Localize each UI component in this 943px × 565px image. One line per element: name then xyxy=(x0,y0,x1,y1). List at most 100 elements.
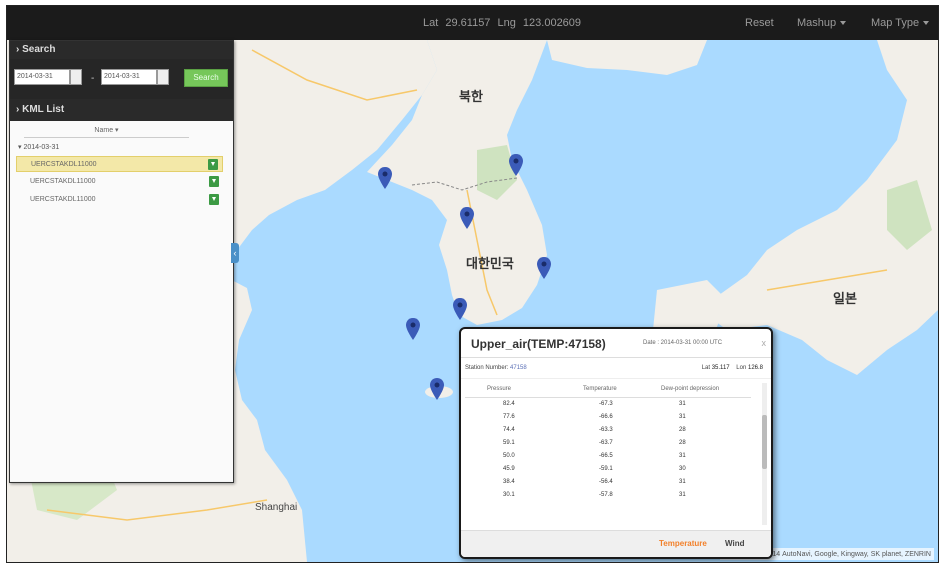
table-cell: 45.9 xyxy=(503,466,515,472)
chevron-down-icon xyxy=(840,21,847,26)
map-label-south-korea: 대한민국 xyxy=(466,256,514,271)
table-cell: -63.7 xyxy=(599,440,613,446)
popup-tabs: Temperature Wind xyxy=(461,530,771,557)
table-cell: -57.8 xyxy=(599,492,613,498)
app-frame: Lat 29.61157 Lng 123.002609 Reset Mashup… xyxy=(6,5,939,563)
table-row: 50.0 -66.5 31 xyxy=(465,450,751,463)
popup-date: Date : 2014-03-31 00:00 UTC xyxy=(643,340,723,346)
station-pin[interactable] xyxy=(537,257,551,279)
station-pin[interactable] xyxy=(406,318,420,340)
station-pin[interactable] xyxy=(430,378,444,400)
map-label-north-korea: 북한 xyxy=(459,89,483,104)
table-row: 45.9 -59.1 30 xyxy=(465,463,751,476)
table-row: 59.1 -63.7 28 xyxy=(465,437,751,450)
end-date-input[interactable]: 2014-03-31 xyxy=(101,69,157,85)
table-cell: -63.3 xyxy=(599,427,613,433)
top-navbar: Lat 29.61157 Lng 123.002609 Reset Mashup… xyxy=(7,6,938,40)
map-label-shanghai: Shanghai xyxy=(255,502,298,513)
lng-label: Lng xyxy=(497,17,516,29)
reset-button[interactable]: Reset xyxy=(745,17,774,29)
popup-title: Upper_air(TEMP:47158) xyxy=(471,337,606,351)
table-cell: 31 xyxy=(679,414,686,420)
table-row: 82.4 -67.3 31 xyxy=(465,398,751,411)
coordinate-readout: Lat 29.61157 Lng 123.002609 xyxy=(423,17,585,29)
tree-folder-label: 2014-03-31 xyxy=(23,144,60,151)
station-number: Station Number: 47158 xyxy=(465,365,527,371)
table-cell: -59.1 xyxy=(599,466,613,472)
table-cell: 28 xyxy=(679,427,686,433)
column-header: Pressure xyxy=(487,386,512,392)
lat-label: Lat xyxy=(701,365,711,371)
tab-wind[interactable]: Wind xyxy=(725,539,744,548)
tree-header-label: Name xyxy=(94,127,114,134)
table-cell: 31 xyxy=(679,401,686,407)
table-scrollbar[interactable] xyxy=(762,383,767,525)
close-icon[interactable]: x xyxy=(762,338,767,348)
lat-label: Lat xyxy=(423,17,439,29)
map-type-dropdown[interactable]: Map Type xyxy=(871,17,930,29)
station-latlng: Lat 35.117 Lon 126.8 xyxy=(702,365,763,371)
table-row: 74.4 -63.3 28 xyxy=(465,424,751,437)
kml-item-label: UERCSTAKDL11000 xyxy=(30,178,96,185)
table-cell: 31 xyxy=(679,453,686,459)
table-cell: 77.6 xyxy=(503,414,515,420)
table-cell: 82.4 xyxy=(503,401,515,407)
search-button[interactable]: Search xyxy=(184,69,228,87)
lon-label: Lon xyxy=(736,365,747,371)
table-cell: 30.1 xyxy=(503,492,515,498)
download-icon[interactable] xyxy=(209,194,219,205)
table-cell: 31 xyxy=(679,479,686,485)
mashup-label: Mashup xyxy=(797,17,837,29)
kml-list-title: › KML List xyxy=(10,99,233,121)
table-cell: -66.5 xyxy=(599,453,613,459)
tree-column-header[interactable]: Name ▾ xyxy=(24,125,189,138)
kml-list-item[interactable]: UERCSTAKDL11000 xyxy=(16,156,223,172)
lon-value: 126.8 xyxy=(747,365,763,371)
table-cell: 74.4 xyxy=(503,427,515,433)
column-header: Temperature xyxy=(583,386,617,392)
start-date-input[interactable]: 2014-03-31 xyxy=(14,69,70,85)
kml-item-label: UERCSTAKDL11000 xyxy=(30,196,96,203)
station-pin[interactable] xyxy=(460,207,474,229)
station-pin[interactable] xyxy=(453,298,467,320)
date-range-dash: - xyxy=(91,73,95,84)
chevron-down-icon xyxy=(923,21,930,26)
table-cell: 50.0 xyxy=(503,453,515,459)
collapse-panel-button[interactable]: ‹ xyxy=(231,243,239,263)
side-panel: › Search 2014-03-31 - 2014-03-31 Search … xyxy=(9,40,234,483)
lng-value: 123.002609 xyxy=(522,17,582,29)
station-info-popup: Upper_air(TEMP:47158) Date : 2014-03-31 … xyxy=(459,327,773,559)
mashup-dropdown[interactable]: Mashup xyxy=(797,17,847,29)
station-pin[interactable] xyxy=(378,167,392,189)
map-type-label: Map Type xyxy=(871,17,920,29)
download-icon[interactable] xyxy=(209,176,219,187)
popup-header: Upper_air(TEMP:47158) Date : 2014-03-31 … xyxy=(461,329,771,358)
kml-list-item[interactable]: UERCSTAKDL11000 xyxy=(16,174,223,190)
table-row: 77.6 -66.6 31 xyxy=(465,411,751,424)
russia-land xyxy=(547,40,707,75)
table-cell: -66.6 xyxy=(599,414,613,420)
map-label-japan: 일본 xyxy=(833,291,857,306)
calendar-icon[interactable] xyxy=(157,69,169,85)
sounding-table: Pressure Temperature Dew-point depressio… xyxy=(465,383,751,525)
calendar-icon[interactable] xyxy=(70,69,82,85)
download-icon[interactable] xyxy=(208,159,218,170)
lat-value: 29.61157 xyxy=(445,17,491,29)
tree-folder[interactable]: ▾ 2014-03-31 xyxy=(18,143,59,151)
table-cell: -67.3 xyxy=(599,401,613,407)
search-row: 2014-03-31 - 2014-03-31 Search xyxy=(10,59,233,99)
table-cell: 59.1 xyxy=(503,440,515,446)
table-row: 38.4 -56.4 31 xyxy=(465,476,751,489)
table-cell: 28 xyxy=(679,440,686,446)
kml-item-label: UERCSTAKDL11000 xyxy=(31,161,97,168)
station-pin[interactable] xyxy=(509,154,523,176)
kml-tree: Name ▾ ▾ 2014-03-31 UERCSTAKDL11000 UERC… xyxy=(10,121,233,481)
tab-temperature[interactable]: Temperature xyxy=(659,539,707,548)
kml-list-item[interactable]: UERCSTAKDL11000 xyxy=(16,192,223,208)
station-meta: Station Number: 47158 Lat 35.117 Lon 126… xyxy=(461,358,771,379)
search-section-title: › Search xyxy=(10,41,233,59)
lat-value: 35.117 xyxy=(711,365,730,371)
station-number-label: Station Number: xyxy=(465,365,509,371)
scrollbar-thumb[interactable] xyxy=(762,415,767,469)
table-cell: 31 xyxy=(679,492,686,498)
